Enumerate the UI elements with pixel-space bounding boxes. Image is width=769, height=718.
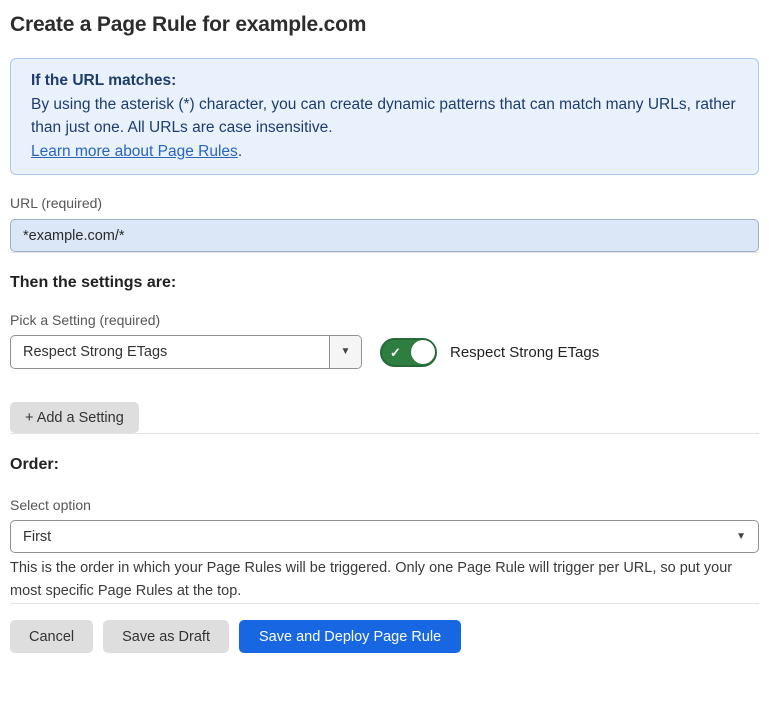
link-suffix-text: .: [238, 143, 242, 160]
save-deploy-button[interactable]: Save and Deploy Page Rule: [239, 620, 461, 653]
order-select[interactable]: First ▼: [10, 520, 759, 553]
setting-toggle[interactable]: ✓: [380, 338, 437, 367]
url-input[interactable]: [10, 219, 759, 252]
settings-heading: Then the settings are:: [10, 273, 759, 292]
toggle-label: Respect Strong ETags: [450, 344, 599, 361]
info-box-heading: If the URL matches:: [31, 69, 738, 93]
cancel-button[interactable]: Cancel: [10, 620, 93, 653]
order-help-text: This is the order in which your Page Rul…: [10, 557, 759, 603]
section-divider: [10, 252, 759, 253]
section-divider: [10, 433, 759, 434]
add-setting-button[interactable]: + Add a Setting: [10, 402, 139, 433]
setting-select-value: Respect Strong ETags: [11, 344, 329, 360]
dropdown-arrow-icon: ▼: [341, 347, 351, 357]
setting-select[interactable]: Respect Strong ETags ▼: [10, 335, 362, 369]
checkmark-icon: ✓: [390, 346, 401, 359]
order-heading: Order:: [10, 455, 759, 474]
learn-more-link[interactable]: Learn more about Page Rules: [31, 143, 238, 160]
info-box-body: By using the asterisk (*) character, you…: [31, 93, 738, 140]
order-select-value: First: [11, 529, 736, 545]
save-draft-button[interactable]: Save as Draft: [103, 620, 229, 653]
select-option-label: Select option: [10, 497, 759, 514]
dropdown-arrow-icon: ▼: [736, 532, 746, 542]
toggle-knob: [411, 340, 435, 364]
setting-row: Respect Strong ETags ▼ ✓ Respect Strong …: [10, 335, 759, 369]
url-label: URL (required): [10, 195, 759, 212]
pick-setting-label: Pick a Setting (required): [10, 312, 759, 329]
footer-actions: Cancel Save as Draft Save and Deploy Pag…: [10, 620, 759, 653]
create-page-rule-form: Create a Page Rule for example.com If th…: [0, 0, 769, 653]
footer-divider: [10, 603, 759, 604]
page-title: Create a Page Rule for example.com: [10, 12, 759, 38]
info-box-link-line: Learn more about Page Rules.: [31, 140, 738, 164]
url-match-info-box: If the URL matches: By using the asteris…: [10, 58, 759, 175]
setting-select-arrow-button[interactable]: ▼: [329, 336, 361, 368]
